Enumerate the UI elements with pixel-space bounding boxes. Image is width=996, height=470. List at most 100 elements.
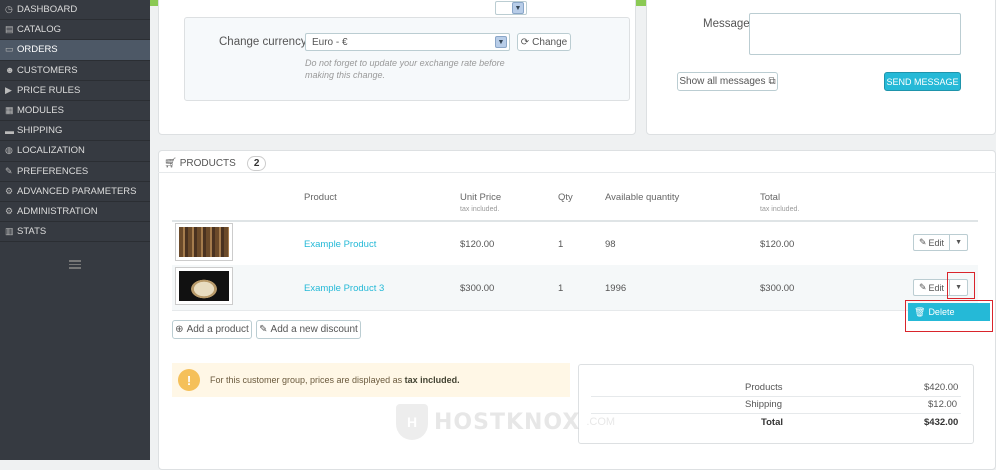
change-currency-button[interactable]: ⟳ Change [517, 33, 571, 51]
sidebar-item-price-rules[interactable]: ▶ PRICE RULES [0, 80, 150, 101]
message-label: Message [703, 18, 750, 30]
sidebar-item-modules[interactable]: ▦ MODULES [0, 100, 150, 122]
sidebar-item-shipping[interactable]: ▬ SHIPPING [0, 121, 150, 142]
localization-icon: ◍ [5, 145, 13, 156]
currency-panel: ▼ Change currency Euro - € ▼ ⟳ Change Do … [158, 0, 636, 135]
pencil-icon: ✎ [919, 282, 927, 292]
caret-down-icon: ▼ [955, 239, 963, 246]
col-available: Available quantity [605, 192, 680, 203]
sidebar-item-stats[interactable]: ▥ STATS [0, 222, 150, 243]
products-header: 🛒︎ PRODUCTS 2 [164, 156, 267, 171]
price-rules-icon: ▶ [5, 84, 12, 95]
watermark-suffix: .COM [586, 416, 616, 428]
main-content: ▼ Change currency Euro - € ▼ ⟳ Change Do … [150, 0, 996, 470]
show-all-messages-button[interactable]: Show all messages ⧉ [677, 72, 778, 91]
orders-icon: ▭ [5, 44, 14, 55]
send-message-button[interactable]: SEND MESSAGE [884, 72, 961, 91]
warning-icon: ! [178, 369, 200, 391]
edit-button-label: Edit [928, 237, 945, 248]
sidebar-item-localization[interactable]: ◍ LOCALIZATION [0, 141, 150, 162]
customers-icon: ☻ [5, 65, 15, 76]
message-textarea[interactable] [749, 13, 961, 55]
currency-select-value: Euro - € [312, 37, 348, 48]
sidebar-item-catalog[interactable]: ▤ CATALOG [0, 20, 150, 41]
edit-button-group: ✎ Edit ▼ [913, 234, 969, 251]
show-all-messages-label: Show all messages [679, 76, 766, 87]
product-thumbnail [175, 267, 233, 305]
products-title: PRODUCTS [179, 158, 236, 169]
currency-select[interactable]: Euro - € ▼ [305, 33, 510, 51]
dropdown-toggle-button[interactable]: ▼ [950, 234, 969, 251]
sidebar-item-preferences[interactable]: ✎ PREFERENCES [0, 161, 150, 182]
sidebar-item-label: ORDERS [17, 44, 58, 56]
add-discount-button[interactable]: ✎ Add a new discount [256, 320, 361, 339]
available-quantity: 1996 [605, 283, 627, 294]
add-discount-label: Add a new discount [270, 324, 358, 335]
pencil-icon: ✎ [919, 237, 927, 247]
refresh-icon: ⟳ [520, 36, 530, 48]
top-small-select[interactable]: ▼ [495, 1, 527, 15]
totals-products-label: Products [745, 382, 783, 393]
sidebar-item-orders[interactable]: ▭ ORDERS [0, 40, 150, 61]
external-link-icon: ⧉ [768, 76, 776, 87]
sidebar-item-label: ADVANCED PARAMETERS [17, 185, 137, 197]
advanced-parameters-icon: ⚙ [5, 185, 14, 196]
totals-divider [591, 396, 961, 397]
sidebar-item-label: STATS [17, 226, 47, 238]
add-product-label: Add a product [186, 324, 249, 335]
edit-button[interactable]: ✎ Edit [913, 279, 951, 296]
edit-button[interactable]: ✎ Edit [913, 234, 951, 251]
catalog-icon: ▤ [5, 24, 14, 35]
alert-text: For this customer group, prices are disp… [210, 375, 460, 385]
product-link[interactable]: Example Product 3 [304, 283, 384, 294]
shipping-icon: ▬ [5, 125, 14, 136]
dashboard-icon: ◷ [5, 4, 13, 15]
unit-price: $300.00 [460, 283, 495, 294]
highlight-box-delete [905, 300, 993, 332]
sidebar: ◷ DASHBOARD ▤ CATALOG ▭ ORDERS ☻ CUSTOMERS ▶… [0, 0, 150, 460]
sidebar-item-label: ADMINISTRATION [17, 205, 98, 217]
sidebar-item-label: CATALOG [17, 24, 61, 36]
col-product: Product [304, 192, 337, 203]
sidebar-item-label: PREFERENCES [17, 165, 89, 177]
sidebar-item-advanced-parameters[interactable]: ⚙ ADVANCED PARAMETERS [0, 181, 150, 202]
col-total-sub: tax included. [760, 206, 800, 213]
currency-hint: Do not forget to update your exchange ra… [305, 58, 505, 80]
sidebar-item-label: MODULES [17, 105, 64, 117]
totals-total-label: Total [761, 417, 783, 428]
watermark-text: HOSTKNOX [434, 409, 581, 435]
messages-panel: Message Show all messages ⧉ SEND MESSAGE [646, 0, 996, 135]
col-unit-price: Unit Price [460, 192, 502, 203]
row-divider [172, 310, 978, 311]
change-currency-button-label: Change [532, 36, 568, 48]
col-total: Total [760, 192, 781, 203]
qty: 1 [558, 239, 564, 250]
product-link[interactable]: Example Product [304, 239, 376, 250]
alert-emphasis: tax included. [404, 375, 460, 385]
qty: 1 [558, 283, 564, 294]
change-currency-label: Change currency [219, 36, 307, 48]
add-product-button[interactable]: ⊕ Add a product [172, 320, 252, 339]
sidebar-item-customers[interactable]: ☻ CUSTOMERS [0, 60, 150, 81]
sidebar-item-dashboard[interactable]: ◷ DASHBOARD [0, 0, 150, 21]
edit-button-label: Edit [928, 282, 945, 293]
plus-circle-icon: ⊕ [175, 324, 184, 335]
unit-price: $120.00 [460, 239, 495, 250]
cart-icon: 🛒︎ [164, 158, 177, 169]
total: $120.00 [760, 239, 795, 250]
totals-total-value: $432.00 [924, 417, 959, 428]
highlight-box-dropdown [947, 272, 975, 299]
currency-box: Change currency Euro - € ▼ ⟳ Change Do no… [184, 17, 630, 101]
sidebar-item-label: PRICE RULES [17, 84, 81, 96]
send-message-label: SEND MESSAGE [886, 76, 959, 87]
ticket-icon: ✎ [259, 324, 268, 335]
sidebar-item-label: DASHBOARD [17, 4, 78, 16]
col-qty: Qty [558, 192, 573, 203]
sidebar-collapse-icon[interactable] [69, 260, 81, 269]
table-header-divider [172, 220, 978, 222]
stats-icon: ▥ [5, 226, 14, 237]
products-header-divider [158, 172, 996, 173]
totals-shipping-value: $12.00 [928, 399, 958, 410]
chevron-down-icon: ▼ [495, 36, 507, 48]
sidebar-item-administration[interactable]: ⚙ ADMINISTRATION [0, 201, 150, 223]
